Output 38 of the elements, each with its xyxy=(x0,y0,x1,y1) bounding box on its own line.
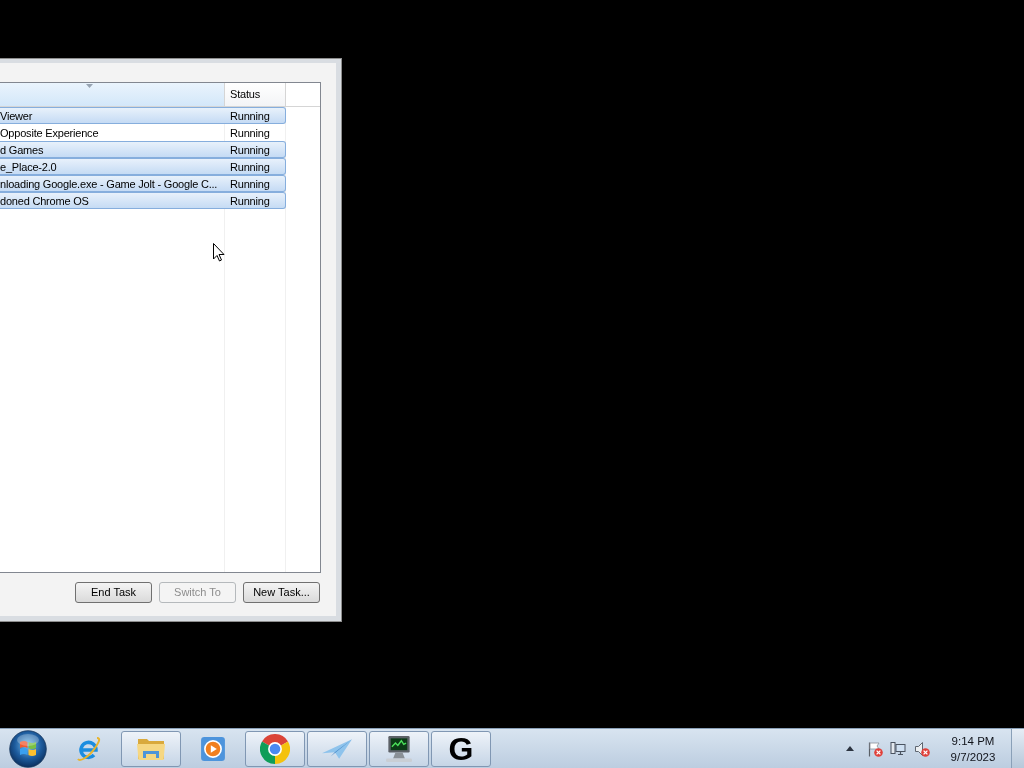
up-arrow-icon[interactable] xyxy=(846,746,854,751)
task-name: doned Chrome OS xyxy=(0,193,90,208)
end-task-button[interactable]: End Task xyxy=(75,582,152,603)
clock-time[interactable]: 9:14 PM xyxy=(951,732,995,749)
ring-logo-icon xyxy=(260,733,290,764)
task-status: Running xyxy=(229,176,270,191)
task-row[interactable]: Opposite Experience Running xyxy=(0,124,286,141)
start-orb-icon xyxy=(9,729,47,768)
task-status: Running xyxy=(229,159,270,174)
task-status: Running xyxy=(229,142,270,157)
clock-date[interactable]: 9/7/2023 xyxy=(950,748,996,765)
task-status: Running xyxy=(229,108,270,123)
task-row[interactable]: doned Chrome OS Running xyxy=(0,192,286,209)
task-name: e_Place-2.0 xyxy=(0,159,58,174)
play-icon xyxy=(200,735,226,762)
task-name: Opposite Experience xyxy=(0,125,100,140)
mouse-pointer-icon xyxy=(213,243,225,262)
new-task-button[interactable]: New Task... xyxy=(243,582,320,603)
task-name: nloading Google.exe - Game Jolt - Google C... xyxy=(0,176,219,191)
task-status: Running xyxy=(229,125,270,140)
task-row[interactable]: nloading Google.exe - Game Jolt - Google C... Running xyxy=(0,175,286,192)
taskbar-button[interactable]: G xyxy=(431,730,491,767)
task-name: d Games xyxy=(0,142,45,157)
task-status: Running xyxy=(229,193,270,208)
task-name: Viewer xyxy=(0,108,34,123)
sort-arrow-icon xyxy=(86,84,93,88)
paper-plane-icon xyxy=(322,738,352,759)
show-desktop-button[interactable] xyxy=(1011,729,1024,768)
monitor-icon xyxy=(386,735,412,762)
task-row[interactable]: e_Place-2.0 Running xyxy=(0,158,286,175)
column-header[interactable]: Status xyxy=(225,83,286,106)
network-icon[interactable] xyxy=(890,740,906,757)
flag-icon[interactable] xyxy=(867,740,883,757)
task-row[interactable]: d Games Running xyxy=(0,141,286,158)
task-row[interactable]: Viewer Running xyxy=(0,107,286,124)
taskbar-button[interactable] xyxy=(369,730,429,767)
e-logo-icon xyxy=(75,734,103,763)
speaker-icon[interactable] xyxy=(914,740,930,757)
